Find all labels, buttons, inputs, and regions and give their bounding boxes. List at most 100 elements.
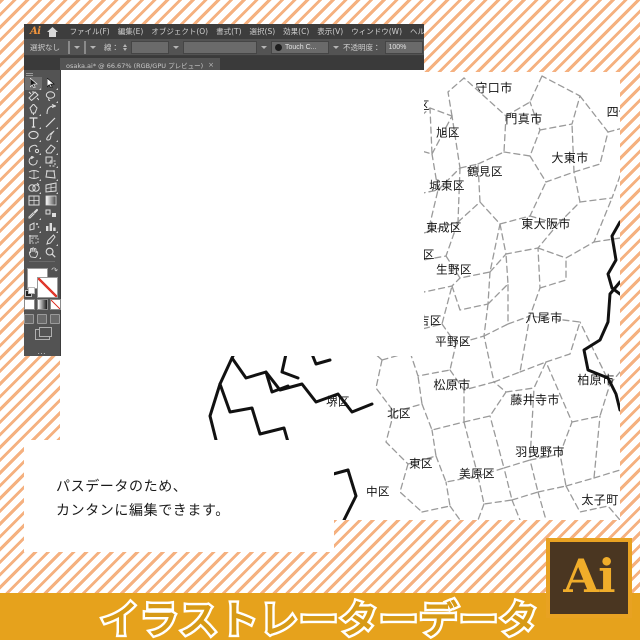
map-city-label-6[interactable]: 松原市	[433, 379, 470, 391]
map-city-label-7[interactable]: 藤井寺市	[510, 394, 560, 406]
ellipse-tool[interactable]	[25, 129, 42, 142]
artboard-white-area[interactable]	[60, 70, 424, 356]
selection-tool[interactable]	[25, 76, 42, 90]
drawing-mode-row[interactable]	[24, 313, 60, 324]
perspective-grid-tool[interactable]	[42, 181, 59, 194]
map-city-label-10[interactable]: 太子町	[581, 494, 618, 506]
width-tool[interactable]	[25, 168, 42, 181]
eyedropper-tool[interactable]	[25, 207, 42, 220]
map-city-label-4[interactable]: 東大阪市	[521, 218, 571, 230]
menu-edit[interactable]: 編集(E)	[114, 26, 148, 37]
map-city-label-2[interactable]: 四條	[607, 106, 620, 118]
symbol-sprayer-tool[interactable]	[25, 220, 42, 233]
stroke-chevron-down-icon[interactable]	[90, 45, 96, 49]
map-ward-label-6[interactable]: 鶴見区	[467, 166, 503, 178]
color-mode-icon[interactable]	[24, 298, 35, 310]
menu-view[interactable]: 表示(V)	[313, 26, 347, 37]
map-ward-label-25[interactable]: 北区	[387, 408, 411, 420]
stroke-swatch[interactable]	[84, 40, 86, 54]
document-tab-strip[interactable]: osaka.ai* @ 66.67% (RGB/GPU プレビュー) ×	[24, 56, 424, 71]
menu-help[interactable]: ヘルプ(H)	[406, 26, 424, 37]
map-city-label-8[interactable]: 柏原市	[577, 374, 614, 386]
brush-chevron-down-icon[interactable]	[333, 45, 339, 49]
gradient-mode-icon[interactable]	[36, 298, 48, 310]
column-graph-tool[interactable]	[42, 220, 59, 233]
stroke-weight-field[interactable]	[131, 40, 169, 54]
menu-effect[interactable]: 効果(C)	[279, 26, 313, 37]
home-icon[interactable]	[46, 24, 58, 39]
tool-grid[interactable]	[25, 76, 59, 259]
close-icon[interactable]: ×	[208, 61, 214, 69]
scale-tool[interactable]	[42, 155, 59, 168]
brush-definition-field[interactable]: Touch C...	[271, 40, 329, 54]
screenshot-root: 東淀川区淀川区旭区西淀川区都島区北区鶴見区福島区城東区此花区西区中央区東成区港区…	[0, 0, 640, 640]
mesh-tool[interactable]	[25, 194, 42, 207]
draw-inside-icon[interactable]	[50, 313, 60, 324]
illustrator-window[interactable]: Ai ファイル(F) 編集(E) オブジェクト(O) 書式(T) 選択(S) 効…	[24, 24, 424, 356]
canvas-area[interactable]	[24, 70, 424, 356]
lasso-tool[interactable]	[42, 90, 59, 103]
zoom-tool[interactable]	[42, 246, 59, 259]
map-city-label-5[interactable]: 八尾市	[525, 312, 562, 324]
menu-type[interactable]: 書式(T)	[212, 26, 245, 37]
paintbrush-tool[interactable]	[42, 129, 59, 142]
map-ward-label-29[interactable]: 中区	[366, 486, 390, 498]
artboard-tool[interactable]	[25, 233, 42, 246]
map-ward-label-12[interactable]: 東成区	[426, 222, 462, 234]
map-ward-label-23[interactable]: 平野区	[435, 336, 471, 348]
map-city-label-0[interactable]: 守口市	[475, 82, 512, 94]
menu-window[interactable]: ウィンドウ(W)	[347, 26, 406, 37]
line-segment-tool[interactable]	[42, 116, 59, 129]
menu-select[interactable]: 選択(S)	[246, 26, 280, 37]
none-mode-icon[interactable]	[49, 298, 61, 310]
shaper-tool[interactable]	[25, 142, 42, 155]
edit-toolbar-icon[interactable]: …	[37, 346, 47, 356]
control-bar[interactable]: 選択なし 線： Touch C... 不透明度： 100% ▸ スタイル：	[24, 39, 424, 56]
fill-chevron-down-icon[interactable]	[74, 45, 80, 49]
blend-tool[interactable]	[42, 207, 59, 220]
fill-stroke-control[interactable]: ↷	[25, 266, 58, 298]
map-ward-label-17[interactable]: 生野区	[436, 264, 472, 276]
profile-chevron-down-icon[interactable]	[261, 45, 267, 49]
stroke-weight-chevron-down-icon[interactable]	[173, 45, 179, 49]
screen-mode-icon[interactable]	[34, 326, 52, 340]
map-city-label-1[interactable]: 門真市	[505, 113, 542, 125]
map-ward-label-2[interactable]: 旭区	[436, 127, 460, 139]
brush-dot-icon	[275, 43, 282, 51]
gradient-tool[interactable]	[42, 194, 59, 207]
menu-file[interactable]: ファイル(F)	[66, 26, 114, 37]
map-city-label-3[interactable]: 大東市	[551, 152, 588, 164]
draw-normal-icon[interactable]	[24, 313, 34, 324]
map-city-label-9[interactable]: 羽曳野市	[515, 446, 565, 458]
swap-fill-stroke-icon[interactable]: ↷	[51, 266, 58, 275]
menu-object[interactable]: オブジェクト(O)	[147, 26, 212, 37]
hand-tool[interactable]	[25, 246, 42, 259]
map-ward-label-8[interactable]: 城東区	[429, 180, 465, 192]
tools-divider	[29, 260, 55, 262]
type-tool[interactable]	[25, 116, 42, 129]
description-card: パスデータのため、 カンタンに編集できます。	[24, 440, 334, 552]
magic-wand-tool[interactable]	[25, 90, 42, 103]
opacity-field[interactable]: 100%	[384, 40, 423, 54]
color-mode-row[interactable]	[24, 298, 61, 310]
free-transform-tool[interactable]	[42, 168, 59, 181]
curvature-tool[interactable]	[42, 103, 59, 116]
stroke-weight-stepper[interactable]	[123, 43, 127, 51]
stroke-color-swatch[interactable]	[37, 276, 58, 298]
fill-swatch[interactable]	[68, 40, 70, 54]
slice-tool[interactable]	[42, 233, 59, 246]
rotate-tool[interactable]	[25, 155, 42, 168]
draw-behind-icon[interactable]	[37, 313, 47, 324]
map-ward-label-27[interactable]: 東区	[409, 458, 433, 470]
shape-builder-tool[interactable]	[25, 181, 42, 194]
map-ward-label-24[interactable]: 堺区	[326, 396, 350, 408]
default-fill-stroke-icon[interactable]	[25, 286, 35, 297]
tools-panel[interactable]: ↷ …	[24, 70, 61, 356]
menu-bar[interactable]: Ai ファイル(F) 編集(E) オブジェクト(O) 書式(T) 選択(S) 効…	[24, 24, 424, 39]
stroke-profile-field[interactable]	[183, 40, 257, 54]
document-tab-title: osaka.ai* @ 66.67% (RGB/GPU プレビュー)	[66, 61, 204, 70]
direct-selection-tool[interactable]	[42, 77, 59, 90]
map-ward-label-28[interactable]: 美原区	[459, 468, 495, 480]
eraser-tool[interactable]	[42, 142, 59, 155]
pen-tool[interactable]	[25, 103, 42, 116]
